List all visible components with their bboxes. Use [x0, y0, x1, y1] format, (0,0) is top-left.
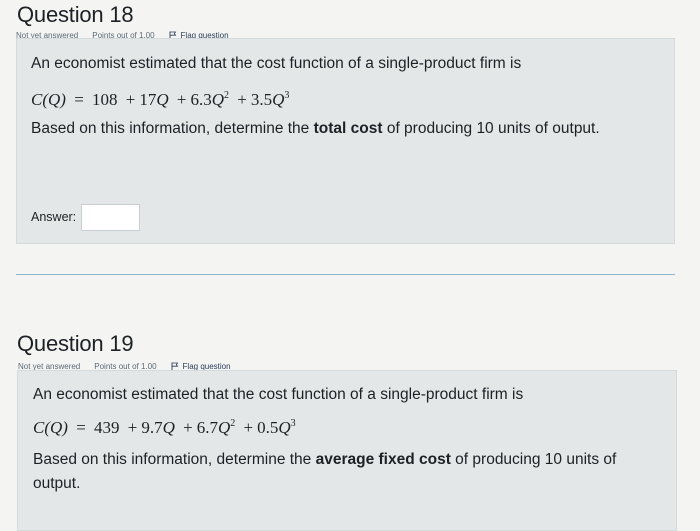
instruction-emphasis: average fixed cost — [315, 451, 451, 468]
formula-constant: 108 — [92, 90, 118, 109]
question-19-text-intro: An economist estimated that the cost fun… — [33, 386, 524, 403]
formula-plus: + — [237, 90, 247, 109]
question-18-text-instruction: Based on this information, determine the… — [31, 120, 600, 138]
instruction-suffix: of producing 10 units of output. — [382, 120, 600, 137]
formula-coef-3: 3.5 — [250, 90, 273, 109]
formula-var-3: Q — [278, 418, 291, 437]
question-18-formula: C(Q) = 108 +17Q +6.3Q2 +3.5Q3 — [31, 90, 289, 110]
formula-plus: + — [176, 90, 187, 109]
formula-equals: = — [76, 418, 86, 437]
question-18-text-intro: An economist estimated that the cost fun… — [31, 55, 522, 72]
question-18-title: Question 18 — [17, 2, 134, 27]
question-18-answer-input[interactable] — [81, 204, 140, 231]
instruction-prefix: Based on this information, determine the — [33, 451, 316, 468]
formula-equals: = — [74, 90, 84, 109]
formula-var-1: Q — [162, 418, 175, 437]
instruction-emphasis: total cost — [313, 120, 383, 137]
formula-lhs: C(Q) — [33, 418, 68, 437]
formula-lhs: C(Q) — [31, 90, 66, 109]
question-19-title: Question 19 — [17, 331, 134, 356]
formula-var-1: Q — [156, 90, 169, 109]
formula-var-3: Q — [272, 90, 285, 109]
formula-exp-3: 3 — [290, 418, 296, 429]
formula-coef-2: 6.7 — [196, 418, 219, 437]
formula-coef-1: 17 — [139, 90, 157, 109]
question-19-formula: C(Q) = 439 +9.7Q +6.7Q2 +0.5Q3 — [33, 418, 296, 438]
formula-var-2: Q — [211, 90, 225, 109]
question-18-answer-label: Answer: — [31, 210, 77, 224]
formula-exp-3: 3 — [284, 90, 290, 101]
formula-coef-2: 6.3 — [190, 90, 212, 109]
question-19-text-instruction: Based on this information, determine the… — [33, 448, 643, 496]
formula-var-2: Q — [218, 418, 231, 437]
formula-constant: 439 — [94, 418, 120, 437]
formula-plus: + — [243, 418, 254, 437]
formula-exp-2: 2 — [230, 418, 236, 429]
formula-exp-2: 2 — [224, 90, 230, 101]
question-divider — [16, 274, 675, 275]
formula-coef-1: 9.7 — [141, 418, 163, 437]
formula-coef-3: 0.5 — [257, 418, 279, 437]
instruction-prefix: Based on this information, determine the — [31, 120, 314, 137]
formula-plus: + — [127, 418, 138, 437]
formula-plus: + — [183, 418, 193, 437]
formula-plus: + — [125, 90, 136, 109]
